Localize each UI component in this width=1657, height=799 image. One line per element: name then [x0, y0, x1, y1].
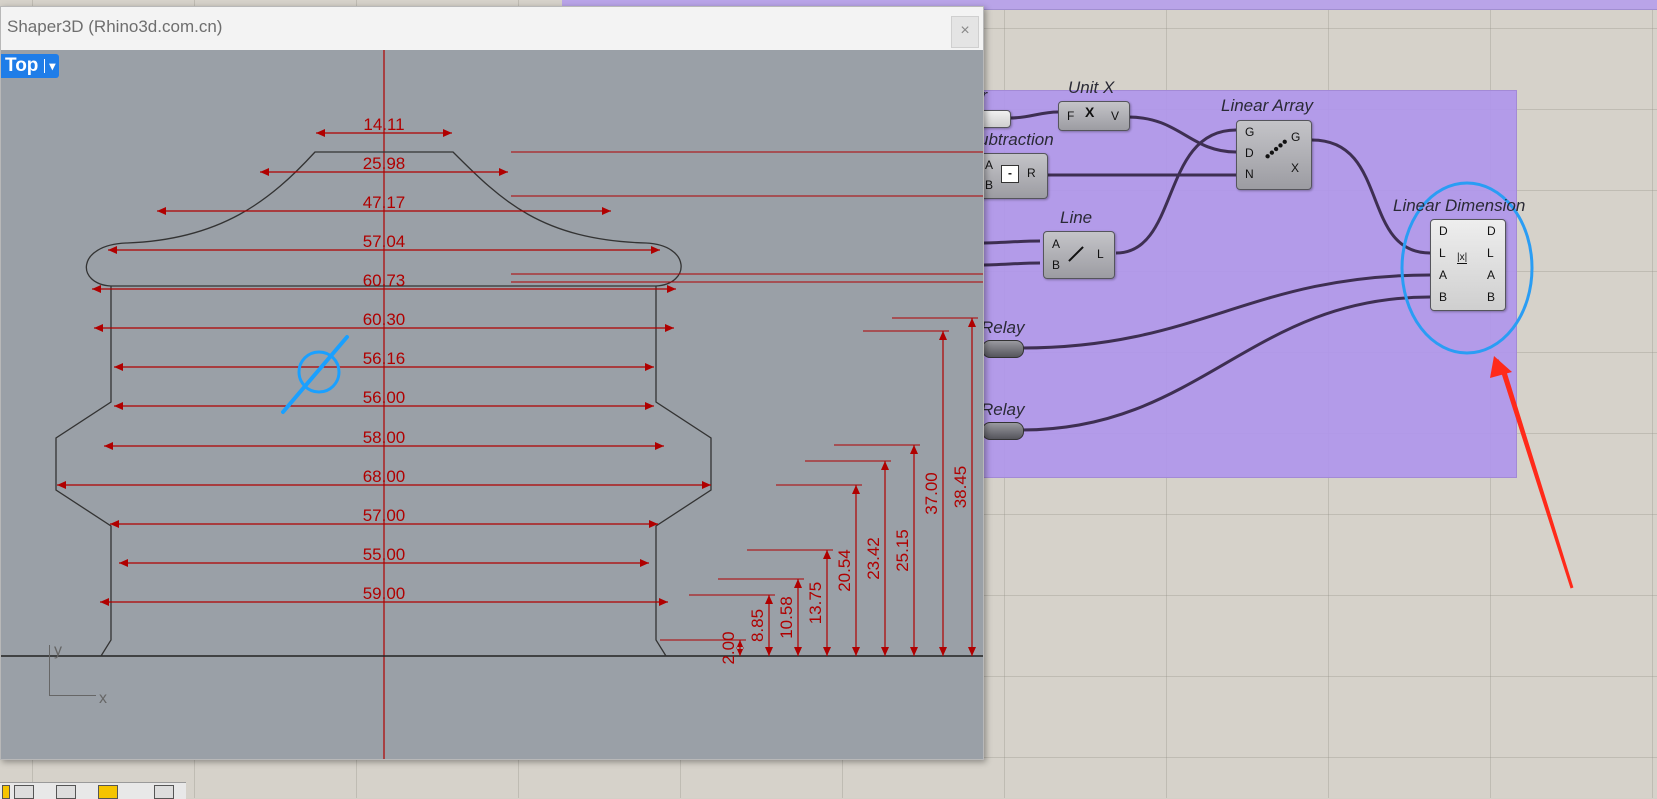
- relay-1[interactable]: [982, 340, 1024, 358]
- top-viewport[interactable]: 14.11 25.98 47.17 57.04 60.73 60.30 56.16 56.00…: [1, 50, 983, 759]
- viewport-label[interactable]: Top ▾: [1, 54, 60, 78]
- dim-out-a: A: [1487, 268, 1496, 282]
- linear-dimension-node[interactable]: D L A B |x| D L A B: [1430, 219, 1506, 311]
- wire-in-line-b: [981, 261, 1041, 267]
- h-dim-label: 60.73: [363, 271, 406, 290]
- app-icon-3[interactable]: [98, 785, 118, 799]
- unit-x-title: Unit X: [1068, 78, 1115, 97]
- array-in-n: N: [1245, 167, 1254, 181]
- viewport-name: Top: [5, 55, 39, 76]
- unit-x-in-f: F: [1067, 109, 1075, 123]
- sub-in-b: B: [985, 178, 994, 192]
- sub-out-r: R: [1027, 166, 1036, 180]
- axis-y-label: y: [54, 642, 62, 659]
- v-dim-label: 8.85: [748, 609, 767, 642]
- h-dim-label: 57.04: [363, 232, 406, 251]
- line-icon: [1068, 246, 1084, 262]
- unit-x-out-v: V: [1111, 109, 1120, 123]
- taskbar: [0, 782, 186, 799]
- array-in-d: D: [1245, 146, 1254, 160]
- wire-in-line-a: [981, 239, 1041, 245]
- array-out-x: X: [1291, 161, 1300, 175]
- array-out-g: G: [1291, 130, 1301, 144]
- v-dim-label: 25.15: [893, 529, 912, 572]
- app-icon-1[interactable]: [14, 785, 34, 799]
- relay-2[interactable]: [982, 422, 1024, 440]
- linear-array-title: Linear Array: [1221, 96, 1313, 115]
- wire-relay1-dim-a: [1021, 273, 1431, 350]
- wire-relay2-dim-b: [1021, 295, 1431, 432]
- v-dim-label: 20.54: [835, 549, 854, 592]
- v-dim-label: 37.00: [922, 472, 941, 515]
- line-in-a: A: [1052, 237, 1061, 251]
- v-dim-label: 38.45: [951, 466, 970, 509]
- profile-left: [55, 286, 112, 657]
- v-dim-label: 10.58: [777, 596, 796, 639]
- window-title: Shaper3D (Rhino3d.com.cn): [7, 17, 223, 36]
- rhino-window[interactable]: Shaper3D (Rhino3d.com.cn) × 14.11 25.98 47…: [0, 6, 984, 760]
- line-out-l: L: [1097, 247, 1104, 261]
- folder-icon[interactable]: [2, 785, 10, 799]
- linear-array-icon: •••••: [1260, 134, 1293, 166]
- line-title: Line: [1060, 208, 1093, 227]
- v-dim-label: 23.42: [864, 537, 883, 580]
- line-node[interactable]: A B L: [1043, 231, 1115, 279]
- h-dim-label: 57.00: [363, 506, 406, 525]
- dim-out-b: B: [1487, 290, 1496, 304]
- array-in-g: G: [1245, 125, 1255, 139]
- dim-in-a: A: [1439, 268, 1448, 282]
- annotation-arrow-shaft: [1495, 359, 1574, 589]
- line-in-b: B: [1052, 258, 1061, 272]
- v-dim-label: 13.75: [806, 582, 825, 625]
- h-dim-label: 14.11: [363, 115, 404, 134]
- dim-in-l: L: [1439, 246, 1446, 260]
- h-dim-label: 59.00: [363, 584, 406, 603]
- minus-icon: -: [1001, 165, 1019, 183]
- dim-in-d: D: [1439, 224, 1448, 238]
- h-dim-label: 56.00: [363, 388, 406, 407]
- h-dim-label: 25.98: [363, 154, 406, 173]
- wire-unitx-array-d: [1127, 115, 1237, 154]
- h-dim-label: 55.00: [363, 545, 406, 564]
- axis-x-label: x: [99, 690, 107, 707]
- h-dim-label: 47.17: [363, 193, 406, 212]
- unit-x-icon: X: [1085, 104, 1095, 120]
- profile-drawing[interactable]: 14.11 25.98 47.17 57.04 60.73 60.30 56.16 56.00…: [1, 50, 983, 759]
- v-dim-label: 2.00: [719, 631, 738, 664]
- annotation-arrow-head: [1490, 356, 1512, 378]
- sub-in-a: A: [985, 158, 994, 172]
- relay-1-title: Relay: [981, 318, 1025, 337]
- h-dim-label: 56.16: [363, 349, 406, 368]
- close-button[interactable]: ×: [951, 16, 979, 48]
- dim-in-b: B: [1439, 290, 1448, 304]
- h-dim-label: 60.30: [363, 310, 406, 329]
- chevron-down-icon[interactable]: ▾: [44, 59, 59, 73]
- dim-out-d: D: [1487, 224, 1496, 238]
- app-icon-2[interactable]: [56, 785, 76, 799]
- unit-x-node[interactable]: F X V: [1058, 101, 1130, 131]
- linear-array-node[interactable]: G D N ••••• G X: [1236, 120, 1312, 190]
- app-icon-4[interactable]: [154, 785, 174, 799]
- dim-out-l: L: [1487, 246, 1494, 260]
- relay-2-title: Relay: [981, 400, 1025, 419]
- subtraction-title: ubtraction: [979, 130, 1054, 149]
- h-dim-label: 58.00: [363, 428, 406, 447]
- h-dim-label: 68.00: [363, 467, 406, 486]
- linear-dimension-icon: |x|: [1457, 252, 1468, 264]
- linear-dimension-title: Linear Dimension: [1393, 196, 1526, 215]
- wire-slider-unitx: [1009, 110, 1059, 120]
